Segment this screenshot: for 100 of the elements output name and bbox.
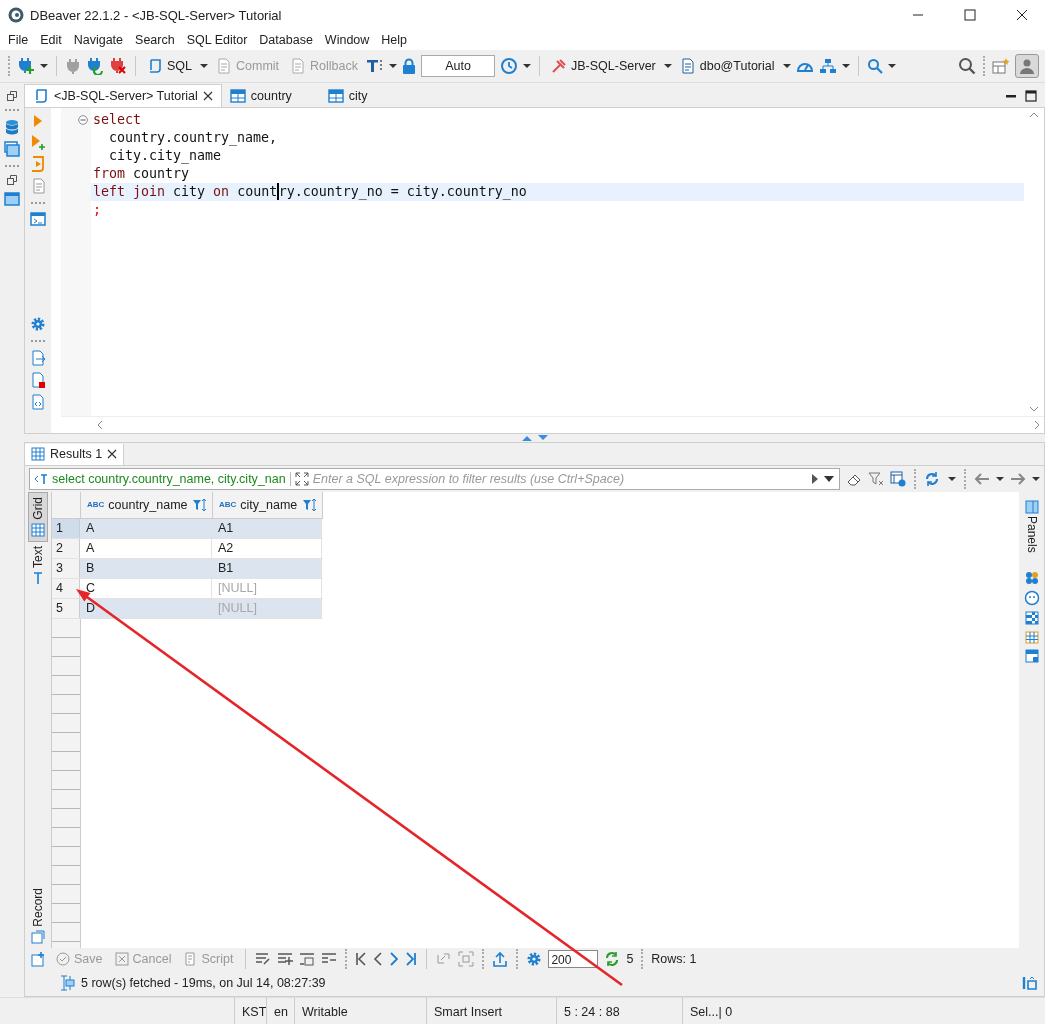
next-icon[interactable] — [389, 952, 400, 966]
search-icon[interactable] — [866, 58, 883, 74]
export-icon[interactable] — [30, 349, 46, 366]
values-icon[interactable] — [1024, 570, 1039, 585]
caret-icon[interactable] — [389, 63, 397, 69]
filter-sort-icon[interactable] — [302, 498, 318, 512]
scroll-down-icon[interactable] — [1029, 406, 1039, 413]
toolbar-button[interactable]: dbo@Tutorial — [676, 56, 778, 76]
database-icon[interactable] — [4, 119, 20, 135]
menu-item[interactable]: SQL Editor — [180, 33, 254, 47]
column-header[interactable]: ABC country_name — [81, 492, 213, 518]
caret-icon[interactable] — [782, 63, 791, 69]
layout-icon[interactable] — [1024, 648, 1039, 663]
script-run-icon[interactable] — [30, 155, 46, 172]
history-icon[interactable] — [500, 57, 518, 75]
play-icon[interactable] — [811, 473, 819, 485]
upload-icon[interactable] — [492, 951, 509, 967]
first-page-icon[interactable] — [355, 952, 368, 966]
caret-icon[interactable] — [841, 63, 850, 69]
format-icon[interactable] — [366, 58, 384, 74]
windows-icon[interactable] — [4, 141, 20, 157]
menu-item[interactable]: Window — [318, 33, 376, 47]
menu-item[interactable]: Navigate — [67, 33, 130, 47]
scroll-right-icon[interactable] — [1034, 420, 1040, 431]
fold-icon[interactable] — [78, 114, 88, 125]
caret-icon[interactable] — [200, 63, 208, 69]
close-icon[interactable] — [107, 449, 118, 460]
plug-cross-icon[interactable] — [109, 57, 127, 75]
menu-item[interactable]: Help — [375, 33, 414, 47]
back-icon[interactable] — [974, 473, 990, 485]
editor-tab[interactable]: city — [319, 84, 396, 107]
view-tab[interactable]: Grid — [28, 492, 48, 542]
plug-refresh-icon[interactable] — [86, 57, 104, 75]
calendar-icon[interactable] — [1024, 629, 1039, 644]
search-icon[interactable] — [958, 57, 976, 75]
menu-item[interactable]: Search — [129, 33, 181, 47]
add-row-icon[interactable] — [277, 952, 294, 966]
scroll-up-icon[interactable] — [1029, 111, 1039, 118]
close-icon[interactable] — [202, 90, 213, 101]
maximize-icon[interactable] — [1025, 89, 1037, 102]
panels-tab[interactable]: Panels — [1024, 500, 1039, 553]
database-document-icon — [679, 58, 696, 74]
table-settings-icon[interactable] — [890, 471, 906, 487]
maximize-icon — [964, 9, 976, 21]
document-code-icon[interactable] — [30, 393, 46, 410]
settings-icon[interactable] — [30, 315, 46, 332]
copy-row-icon[interactable] — [299, 952, 316, 966]
previous-icon[interactable] — [373, 952, 384, 966]
document-icon — [290, 58, 307, 74]
view-tab[interactable]: Record — [28, 884, 48, 948]
caret-icon[interactable] — [1032, 476, 1040, 482]
frame-icon[interactable] — [458, 951, 475, 967]
smiley-icon[interactable] — [1023, 589, 1040, 606]
hierarchy-icon[interactable] — [818, 58, 837, 74]
status-bar-item: en — [266, 998, 294, 1024]
caret-icon[interactable] — [663, 63, 672, 69]
menu-item[interactable]: Edit — [34, 33, 68, 47]
terminal-icon[interactable] — [30, 211, 46, 226]
menu-item[interactable]: Database — [253, 33, 319, 47]
filter-icon[interactable] — [868, 471, 884, 487]
avatar[interactable] — [1015, 54, 1039, 78]
transaction-mode-field[interactable]: Auto — [421, 55, 495, 77]
caret-icon[interactable] — [996, 476, 1004, 482]
document-error-icon[interactable] — [30, 371, 46, 388]
filter-field[interactable]: select country.country_name, city.city_nan Enter a SQL expression to filter results (use Ctrl+Space) — [29, 468, 840, 490]
toolbar-button[interactable]: SQL — [144, 56, 195, 76]
editor-tab[interactable]: country — [221, 84, 320, 107]
restore-icon[interactable] — [7, 91, 17, 101]
toolbar-button[interactable]: JB-SQL-Server — [548, 56, 659, 76]
restore-icon[interactable] — [7, 175, 17, 185]
filter-sort-icon[interactable] — [192, 498, 208, 512]
results-tab[interactable]: Results 1 — [25, 444, 125, 465]
editor-tab[interactable]: <JB-SQL-Server> Tutorial — [24, 83, 222, 107]
caret-icon[interactable] — [887, 63, 896, 69]
fetch-size-field[interactable]: 200 — [548, 950, 599, 968]
run-plus-icon[interactable] — [31, 133, 45, 150]
delete-row-icon[interactable] — [321, 952, 338, 966]
plug-plus-icon[interactable] — [17, 57, 35, 75]
record-add-icon[interactable] — [31, 951, 47, 967]
column-header[interactable]: ABC city_name — [213, 492, 323, 518]
view-tab[interactable]: Text — [28, 541, 48, 589]
caret-icon[interactable] — [823, 475, 835, 483]
code-text: on — [213, 182, 230, 201]
refresh-icon[interactable] — [604, 951, 621, 967]
last-page-icon[interactable] — [405, 952, 418, 966]
document-icon[interactable] — [31, 177, 45, 194]
scroll-left-icon[interactable] — [97, 420, 103, 431]
panel-toggle-icon[interactable] — [1022, 975, 1038, 991]
window-icon[interactable] — [4, 191, 20, 207]
checkerboard-icon[interactable] — [1024, 610, 1039, 625]
caret-icon[interactable] — [523, 63, 531, 69]
caret-icon[interactable] — [40, 63, 48, 69]
lock-icon[interactable] — [402, 58, 416, 74]
perspective-icon[interactable] — [992, 57, 1010, 75]
settings-icon[interactable] — [526, 951, 543, 967]
run-icon[interactable] — [33, 113, 43, 128]
edit-rows-icon[interactable] — [255, 952, 272, 966]
menu-item[interactable]: File — [2, 33, 35, 47]
forward-icon[interactable] — [1010, 473, 1026, 485]
caret-icon[interactable] — [948, 476, 956, 482]
